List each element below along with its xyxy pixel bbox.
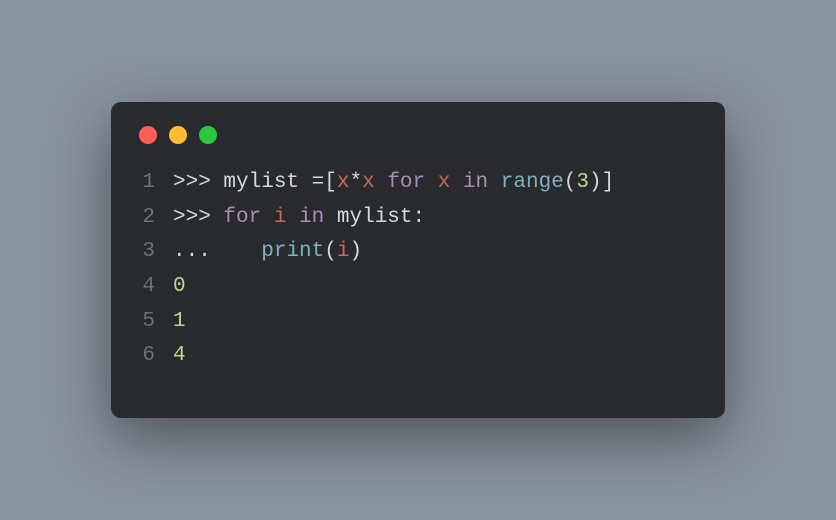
whitespace [425,171,438,194]
identifier: mylist [337,206,413,229]
whitespace [286,206,299,229]
identifier: mylist [223,171,299,194]
whitespace [488,171,501,194]
code-area: 1 >>> mylist =[x*x for x in range(3)] 2 … [139,166,697,374]
whitespace [324,206,337,229]
output-line: 4 0 [139,270,697,305]
output-line: 5 1 [139,305,697,340]
variable: x [362,171,375,194]
repl-prompt: >>> [173,171,223,194]
paren-open: ( [324,240,337,263]
minimize-icon[interactable] [169,126,187,144]
close-icon[interactable] [139,126,157,144]
whitespace [223,240,261,263]
whitespace [375,171,388,194]
code-content: >>> mylist =[x*x for x in range(3)] [173,166,614,201]
line-number: 5 [139,305,173,340]
number-literal: 3 [576,171,589,194]
code-content: 4 [173,339,186,374]
output-value: 4 [173,344,186,367]
operator-star: * [349,171,362,194]
bracket-close: ] [602,171,615,194]
code-content: ... print(i) [173,235,362,270]
keyword-in: in [299,206,324,229]
whitespace [299,171,312,194]
code-line: 1 >>> mylist =[x*x for x in range(3)] [139,166,697,201]
output-value: 1 [173,310,186,333]
repl-continuation: ... [173,240,223,263]
builtin-range: range [501,171,564,194]
code-content: >>> for i in mylist: [173,201,425,236]
variable: i [337,240,350,263]
line-number: 1 [139,166,173,201]
code-line: 3 ... print(i) [139,235,697,270]
paren-close: ) [349,240,362,263]
whitespace [450,171,463,194]
variable: x [438,171,451,194]
line-number: 6 [139,339,173,374]
keyword-for: for [387,171,425,194]
bracket-open: [ [324,171,337,194]
variable: x [337,171,350,194]
output-value: 0 [173,275,186,298]
keyword-in: in [463,171,488,194]
code-line: 2 >>> for i in mylist: [139,201,697,236]
variable: i [274,206,287,229]
keyword-for: for [223,206,261,229]
traffic-lights [139,126,697,144]
repl-prompt: >>> [173,206,223,229]
code-content: 0 [173,270,186,305]
operator-equals: = [312,171,325,194]
colon: : [413,206,426,229]
paren-open: ( [564,171,577,194]
output-line: 6 4 [139,339,697,374]
paren-close: ) [589,171,602,194]
whitespace [261,206,274,229]
maximize-icon[interactable] [199,126,217,144]
line-number: 3 [139,235,173,270]
line-number: 4 [139,270,173,305]
builtin-print: print [261,240,324,263]
code-content: 1 [173,305,186,340]
line-number: 2 [139,201,173,236]
terminal-window: 1 >>> mylist =[x*x for x in range(3)] 2 … [111,102,725,418]
